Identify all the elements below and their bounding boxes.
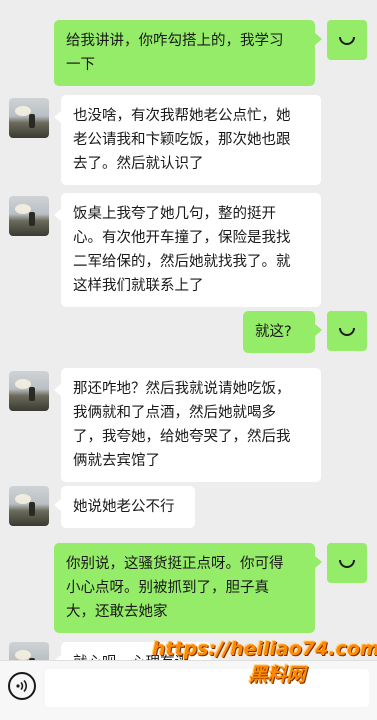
bubble-tail	[54, 384, 61, 396]
avatar-figure	[29, 387, 35, 401]
message-line: 俩就去宾馆了	[73, 453, 160, 469]
message-line: 老公请我和卞颖吃饭，那次她也跟	[73, 132, 291, 148]
message-bubble[interactable]: 你别说，这骚货挺正点呀。你可得 小心点呀。别被抓到了，胆子真 大，还敢去她家	[54, 543, 315, 633]
message-line: 那还咋地？然后我就说请她吃饭，	[73, 381, 291, 397]
message-line: 这样我们就联系上了	[73, 278, 204, 294]
voice-waves	[16, 679, 27, 693]
bubble-tail	[54, 111, 61, 123]
smile-icon	[339, 328, 355, 336]
message-line: 一下	[66, 57, 95, 73]
message-line: 心。有次他开车撞了，保险是我找	[73, 230, 291, 246]
voice-icon[interactable]	[8, 672, 36, 700]
avatar-figure	[29, 502, 35, 516]
contact-avatar[interactable]	[9, 371, 49, 411]
my-avatar[interactable]	[327, 543, 367, 583]
message-line: 大，还敢去她家	[66, 604, 168, 620]
message-bubble[interactable]: 饭桌上我夸了她几句，整的挺开 心。有次他开车撞了，保险是我找 二军给保的，然后她…	[61, 193, 321, 307]
avatar-figure	[29, 212, 35, 226]
bubble-tail	[315, 556, 322, 568]
contact-avatar[interactable]	[9, 98, 49, 138]
message-bubble[interactable]: 也没啥，有次我帮她老公点忙，她 老公请我和卞颖吃饭，那次她也跟 去了。然后就认识…	[61, 95, 321, 185]
message-line: 我俩就和了点酒，然后她就喝多	[73, 405, 276, 421]
contact-avatar[interactable]	[9, 196, 49, 236]
my-avatar[interactable]	[327, 20, 367, 60]
message-line: 她说她老公不行	[73, 499, 175, 515]
message-line: 二军给保的，然后她就找我了。就	[73, 254, 291, 270]
contact-avatar[interactable]	[9, 642, 49, 660]
watermark-brand: 黑料网	[248, 664, 306, 686]
message-bubble[interactable]: 就这?	[243, 311, 315, 353]
watermark: https://heiliao74.com 黑料网	[152, 636, 377, 688]
message-line: 你别说，这骚货挺正点呀。你可得	[66, 556, 284, 572]
message-line: 也没啥，有次我帮她老公点忙，她	[73, 108, 291, 124]
chat-area: 给我讲讲，你咋勾搭上的，我学习 一下 也没啥，有次我帮她老公点忙，她 老公请我和…	[0, 0, 377, 660]
bubble-tail	[315, 33, 322, 45]
bubble-tail	[315, 324, 322, 336]
bubble-tail	[54, 499, 61, 511]
bubble-tail	[54, 209, 61, 221]
my-avatar[interactable]	[327, 311, 367, 351]
message-line: 小心点呀。别被抓到了，胆子真	[66, 580, 269, 596]
message-line: 给我讲讲，你咋勾搭上的，我学习	[66, 33, 284, 49]
message-bubble[interactable]: 她说她老公不行	[61, 486, 195, 528]
message-line: 去了。然后就认识了	[73, 156, 204, 172]
smile-icon	[339, 560, 355, 568]
smile-icon	[339, 37, 355, 45]
message-line: 了，我夸她，给她夸哭了，然后我	[73, 429, 291, 445]
contact-avatar[interactable]	[9, 486, 49, 526]
watermark-url: https://heiliao74.com	[152, 638, 377, 660]
message-line: 饭桌上我夸了她几句，整的挺开	[73, 206, 276, 222]
avatar-figure	[29, 114, 35, 128]
message-bubble[interactable]: 那还咋地？然后我就说请她吃饭， 我俩就和了点酒，然后她就喝多 了，我夸她，给她夸…	[61, 368, 321, 482]
message-line: 就这?	[255, 324, 292, 340]
message-bubble[interactable]: 给我讲讲，你咋勾搭上的，我学习 一下	[54, 20, 315, 86]
